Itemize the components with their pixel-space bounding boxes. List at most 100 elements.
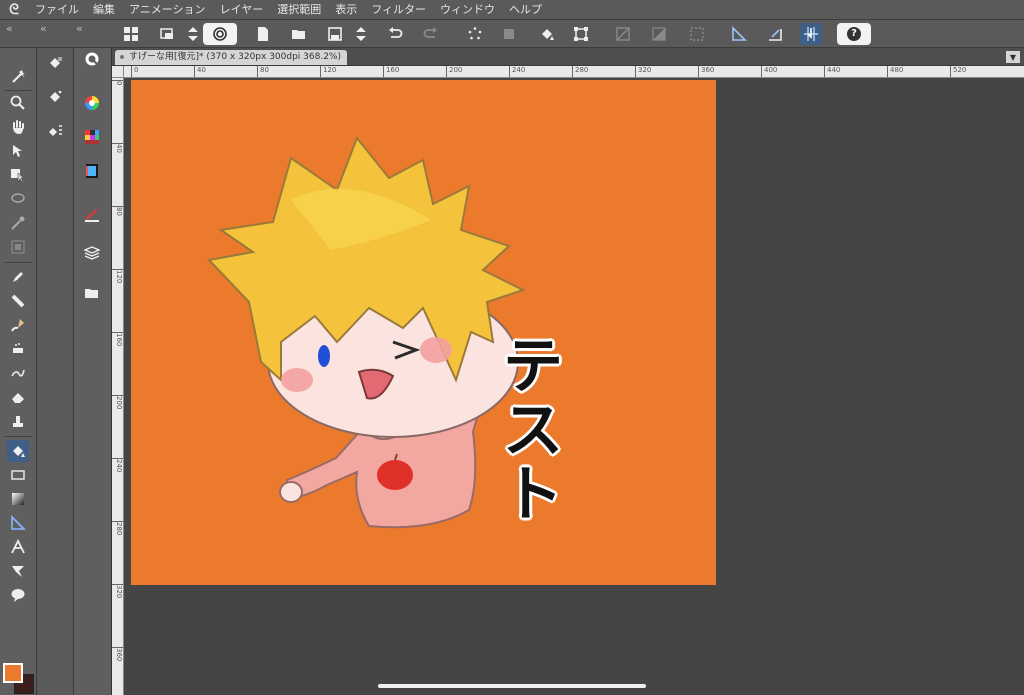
layout-grid-button[interactable] xyxy=(120,23,142,45)
fill-tool[interactable] xyxy=(7,440,29,462)
new-file-icon xyxy=(258,27,268,41)
command-bar: « « « ? xyxy=(0,20,1024,48)
color-wheel-palette-button[interactable] xyxy=(81,92,103,114)
navigator-button[interactable] xyxy=(156,23,178,45)
menu-window[interactable]: ウィンドウ xyxy=(433,0,502,20)
collapse-panel-mid-icon[interactable]: « xyxy=(40,22,47,35)
open-folder-button[interactable] xyxy=(288,23,310,45)
decoration-tool[interactable] xyxy=(7,362,29,384)
tool-divider xyxy=(4,90,33,91)
move-icon xyxy=(13,145,22,157)
menu-view[interactable]: 表示 xyxy=(328,0,364,20)
ruler-h-label: 40 xyxy=(194,66,206,77)
select-layer-tool[interactable] xyxy=(7,164,29,186)
menu-animation[interactable]: アニメーション xyxy=(122,0,213,20)
blend-tool[interactable] xyxy=(7,410,29,432)
navigator-palette-button[interactable] xyxy=(81,48,103,70)
clear-selection-button[interactable] xyxy=(612,23,634,45)
drawing-canvas[interactable]: テ ス ト xyxy=(131,80,716,585)
menu-layer[interactable]: レイヤー xyxy=(213,0,271,20)
zoom-tool[interactable] xyxy=(7,92,29,114)
help-button[interactable]: ? xyxy=(837,23,871,45)
text-tool[interactable] xyxy=(7,536,29,558)
pen-tool[interactable] xyxy=(7,266,29,288)
lasso-tool[interactable] xyxy=(7,188,29,210)
main-color-swatch[interactable] xyxy=(3,663,23,683)
fill-bucket-icon xyxy=(13,446,25,457)
updown-arrows-button[interactable] xyxy=(182,23,204,45)
new-file-button[interactable] xyxy=(252,23,274,45)
updown-arrows-button-2[interactable] xyxy=(350,23,372,45)
airbrush-tool[interactable] xyxy=(7,338,29,360)
pencil-tool[interactable] xyxy=(7,290,29,312)
collapse-panel-right-icon[interactable]: « xyxy=(76,22,83,35)
layer-property-palette-button[interactable] xyxy=(81,204,103,226)
updown-arrows-icon xyxy=(356,27,366,41)
redo-button[interactable] xyxy=(420,23,442,45)
magic-wand-icon xyxy=(12,70,25,83)
balloon-tail-tool[interactable] xyxy=(7,560,29,582)
hand-tool[interactable] xyxy=(7,116,29,138)
free-transform-icon xyxy=(574,27,588,41)
vertical-ruler[interactable]: 0 40 80 120 160 200 240 280 320 360 xyxy=(112,78,124,695)
ruler-v-label: 0 xyxy=(112,80,123,89)
sub-tool-bucket-close[interactable] xyxy=(44,120,66,142)
pen-icon xyxy=(13,272,23,282)
eyedropper-tool[interactable] xyxy=(7,212,29,234)
figure-tool[interactable] xyxy=(7,464,29,486)
invert-selection-button[interactable] xyxy=(648,23,670,45)
free-transform-button[interactable] xyxy=(570,23,592,45)
canvas-workspace[interactable]: テ ス ト xyxy=(124,78,1024,695)
fill-button[interactable] xyxy=(536,23,558,45)
app-window: { "menu": { "logo_glyph": "ᘓ", "items": … xyxy=(0,0,1024,695)
menu-edit[interactable]: 編集 xyxy=(86,0,122,20)
ruler-tool[interactable] xyxy=(7,512,29,534)
move-layer-tool[interactable] xyxy=(7,140,29,162)
gradient-icon xyxy=(12,493,24,505)
menu-file[interactable]: ファイル xyxy=(28,0,86,20)
collapse-panel-left-icon[interactable]: « xyxy=(6,22,13,35)
sub-tool-bucket[interactable] xyxy=(44,52,66,74)
color-set-palette-button[interactable] xyxy=(81,126,103,148)
transform-button[interactable] xyxy=(498,23,520,45)
vertical-text-layer[interactable]: テ ス ト xyxy=(503,335,563,527)
film-icon xyxy=(86,164,98,178)
rectangle-icon xyxy=(11,470,25,480)
triangle-ruler-icon xyxy=(11,515,26,530)
menu-selection[interactable]: 選択範囲 xyxy=(270,0,328,20)
layer-mask-tool[interactable] xyxy=(7,236,29,258)
quick-access-button[interactable] xyxy=(203,23,237,45)
app-logo-icon[interactable]: ᘓ xyxy=(0,0,28,20)
brush-tool[interactable] xyxy=(7,314,29,336)
undo-button[interactable] xyxy=(384,23,406,45)
tool-divider xyxy=(4,436,33,437)
loading-button[interactable] xyxy=(464,23,486,45)
ruler-snap-button[interactable] xyxy=(728,23,750,45)
home-indicator[interactable] xyxy=(378,684,646,688)
canvas-text-char: ス xyxy=(503,396,563,466)
sub-tool-bucket-refer[interactable] xyxy=(44,86,66,108)
save-button[interactable] xyxy=(324,23,346,45)
ruler-h-label: 160 xyxy=(383,66,399,77)
tab-menu-button[interactable]: ▼ xyxy=(1006,51,1020,63)
operation-tool[interactable] xyxy=(7,66,29,88)
eyedropper-icon xyxy=(11,216,25,230)
special-ruler-snap-button[interactable] xyxy=(764,23,786,45)
gradient-tool[interactable] xyxy=(7,488,29,510)
grid-snap-button[interactable] xyxy=(800,23,822,45)
horizontal-ruler[interactable]: 0 40 80 120 160 200 240 280 320 360 400 440 480 520 xyxy=(112,66,1024,78)
clear-icon xyxy=(616,27,630,41)
menu-help[interactable]: ヘルプ xyxy=(502,0,549,20)
chevron-down-icon: ▼ xyxy=(1009,52,1017,62)
speech-balloon-icon xyxy=(11,589,25,602)
selection-border-button[interactable] xyxy=(686,23,708,45)
menu-filter[interactable]: フィルター xyxy=(364,0,433,20)
animation-palette-button[interactable] xyxy=(81,160,103,182)
document-tab[interactable]: すげーな用[復元]* (370 x 320px 300dpi 368.2%) xyxy=(115,50,347,65)
balloon-tool[interactable] xyxy=(7,584,29,606)
layer-palette-button[interactable] xyxy=(81,242,103,264)
material-palette-button[interactable] xyxy=(81,282,103,304)
eraser-tool[interactable] xyxy=(7,386,29,408)
menu-bar: ᘓ ファイル 編集 アニメーション レイヤー 選択範囲 表示 フィルター ウィン… xyxy=(0,0,1024,20)
ruler-v-label: 320 xyxy=(112,584,123,598)
